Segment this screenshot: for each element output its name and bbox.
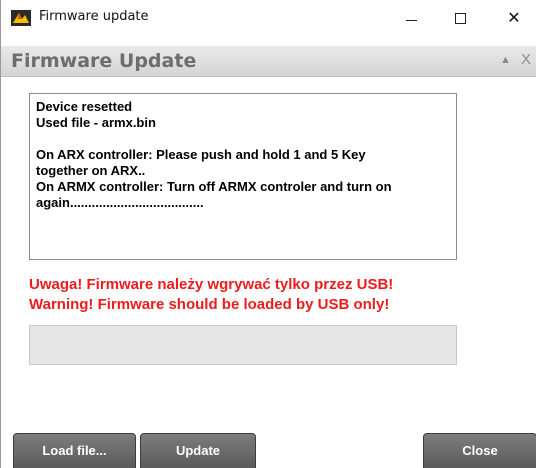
log-line: On ARMX controller: Turn off ARMX contro… (36, 179, 392, 194)
usb-warning-english: Warning! Firmware should be loaded by US… (29, 296, 390, 313)
log-line: together on ARX.. (36, 163, 146, 178)
log-line: On ARX controller: Please push and hold … (36, 147, 366, 162)
close-button[interactable]: Close (423, 433, 536, 468)
chevron-up-icon[interactable]: ▲ (500, 54, 511, 66)
firmware-update-window: Firmware update ✕ Firmware Update ▲ X De… (0, 0, 536, 468)
log-line: Used file - armx.bin (36, 115, 156, 130)
log-line: again...................................… (36, 195, 204, 210)
maximize-button[interactable] (437, 0, 483, 36)
close-icon: ✕ (507, 10, 521, 27)
window-close-button[interactable]: ✕ (491, 0, 536, 36)
window-titlebar[interactable]: Firmware update ✕ (1, 0, 536, 36)
usb-warning-polish: Uwaga! Firmware należy wgrywać tylko prz… (29, 276, 394, 293)
minimize-button[interactable] (388, 0, 434, 36)
log-line: Device resetted (36, 99, 133, 114)
app-logo-icon (11, 10, 31, 26)
panel-header: Firmware Update ▲ X (1, 46, 536, 77)
minimize-icon (405, 19, 417, 21)
window-title: Firmware update (39, 9, 149, 24)
panel-title: Firmware Update (11, 50, 197, 72)
update-button[interactable]: Update (140, 433, 256, 468)
load-file-button[interactable]: Load file... (13, 433, 136, 468)
maximize-icon (454, 12, 466, 24)
log-textbox[interactable]: Device resetted Used file - armx.bin On … (29, 93, 457, 260)
panel-close-icon[interactable]: X (521, 51, 531, 68)
progress-bar (29, 325, 457, 365)
